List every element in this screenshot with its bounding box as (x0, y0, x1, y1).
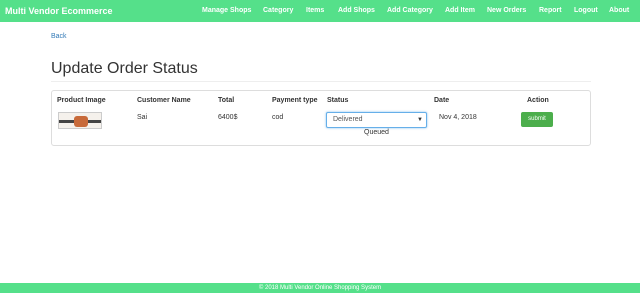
submit-button[interactable]: submit (521, 112, 553, 127)
product-image (58, 112, 102, 129)
page-title: Update Order Status (51, 60, 198, 77)
total-cell: 6400$ (218, 114, 238, 121)
chevron-down-icon: ▼ (417, 117, 423, 123)
nav-menu: Manage Shops Category Items Add Shops Ad… (0, 0, 640, 22)
status-option-queued[interactable]: Queued (364, 129, 389, 136)
header-payment-type: Payment type (272, 97, 318, 104)
status-select[interactable]: Delivered ▼ (326, 112, 427, 128)
nav-add-category[interactable]: Add Category (387, 0, 433, 22)
header-date: Date (434, 97, 450, 104)
top-navbar: Multi Vendor Ecommerce Manage Shops Cate… (0, 0, 640, 22)
product-image-item (74, 116, 88, 127)
nav-category[interactable]: Category (263, 0, 293, 22)
nav-items[interactable]: Items (306, 0, 324, 22)
payment-type-cell: cod (272, 114, 284, 121)
back-link[interactable]: Back (51, 33, 67, 40)
footer: © 2018 Multi Vendor Online Shopping Syst… (0, 283, 640, 293)
status-selected-value: Delivered (333, 116, 363, 123)
header-product-image: Product Image (57, 97, 106, 104)
customer-name-cell: Sai (137, 114, 148, 121)
header-customer-name: Customer Name (137, 97, 191, 104)
nav-report[interactable]: Report (539, 0, 562, 22)
nav-add-shops[interactable]: Add Shops (338, 0, 375, 22)
header-total: Total (218, 97, 235, 104)
date-cell: Nov 4, 2018 (439, 114, 477, 121)
title-divider (51, 81, 591, 82)
order-status-table: Product Image Customer Name Total Paymen… (51, 90, 591, 146)
header-status: Status (327, 97, 349, 104)
nav-logout[interactable]: Logout (574, 0, 598, 22)
nav-add-item[interactable]: Add Item (445, 0, 475, 22)
nav-manage-shops[interactable]: Manage Shops (202, 0, 251, 22)
nav-new-orders[interactable]: New Orders (487, 0, 526, 22)
nav-about[interactable]: About (609, 0, 629, 22)
header-action: Action (527, 97, 549, 104)
